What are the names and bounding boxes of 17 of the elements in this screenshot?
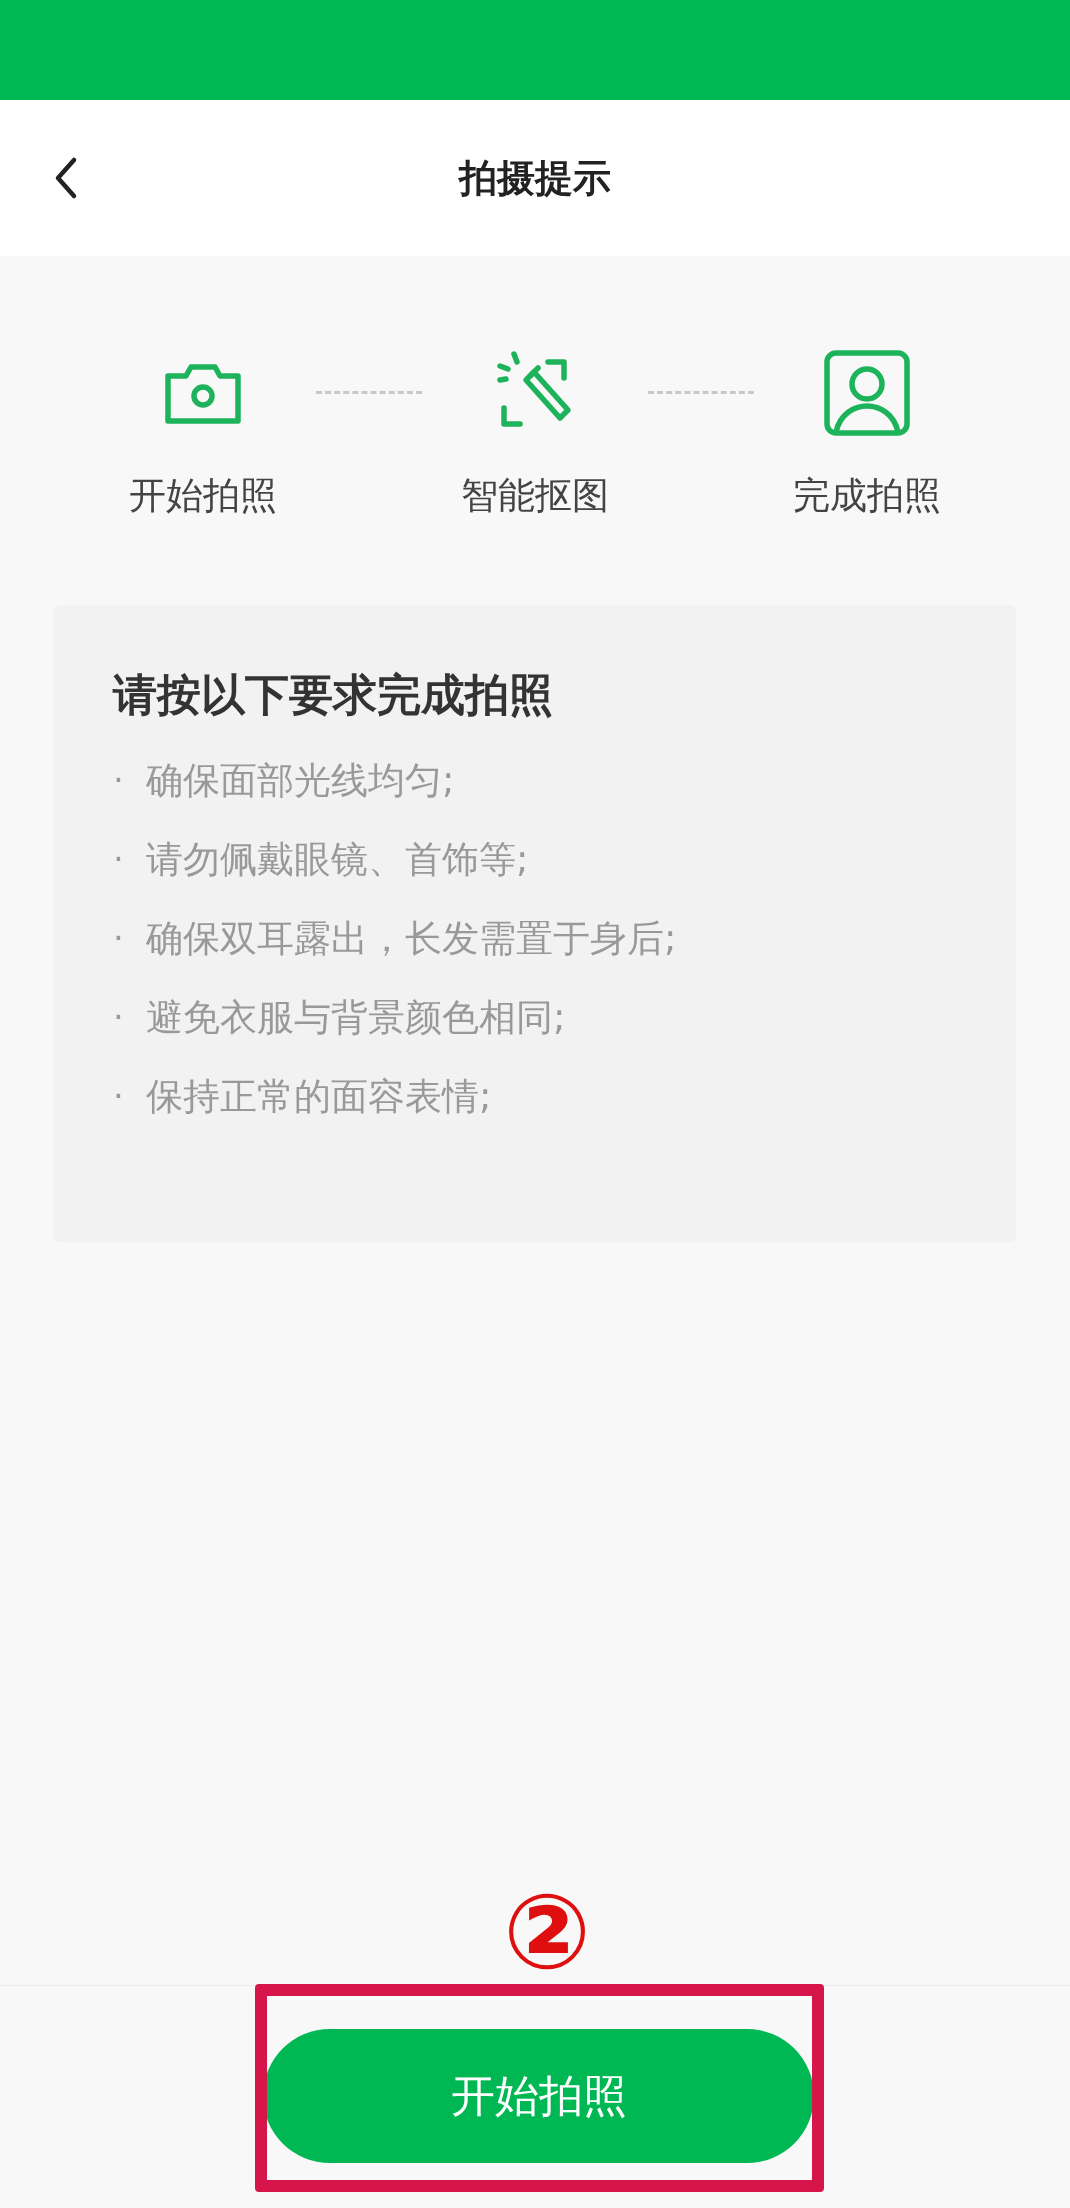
page-title: 拍摄提示 xyxy=(459,154,611,202)
bullet: · xyxy=(113,838,125,881)
bullet: · xyxy=(113,917,125,960)
requirement-text: 确保面部光线均匀; xyxy=(146,757,455,804)
requirement-text: 避免衣服与背景颜色相同; xyxy=(146,994,566,1041)
requirement-text: 确保双耳露出，长发需置于身后; xyxy=(146,915,677,962)
step-number: ② xyxy=(503,1889,589,1975)
requirement-text: 保持正常的面容表情; xyxy=(146,1073,492,1120)
card-title: 请按以下要求完成拍照 xyxy=(113,668,553,722)
step-label: 完成拍照 xyxy=(793,473,941,519)
portrait-icon xyxy=(824,350,910,436)
requirement-text: 请勿佩戴眼镜、首饰等; xyxy=(146,836,529,883)
bullet: · xyxy=(113,759,125,802)
step-label: 智能抠图 xyxy=(461,473,609,519)
step-label: 开始拍照 xyxy=(129,473,277,519)
bullet: · xyxy=(113,996,125,1039)
bullet: · xyxy=(113,1075,125,1118)
